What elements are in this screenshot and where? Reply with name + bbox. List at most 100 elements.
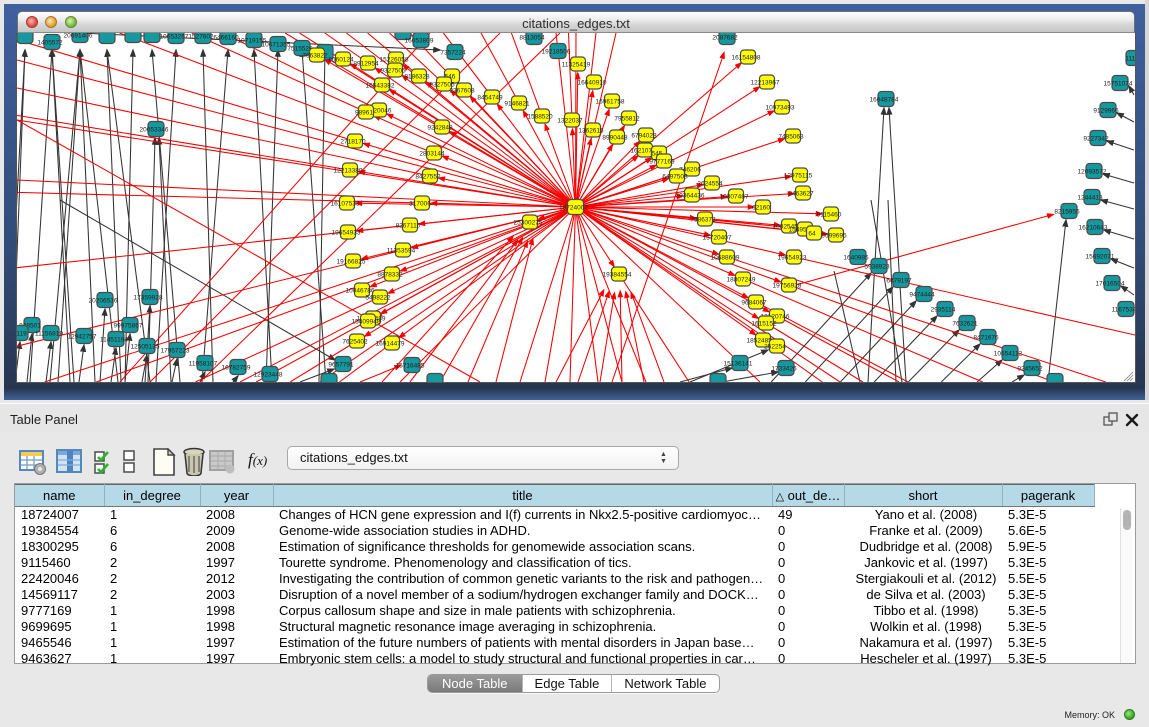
svg-text:16648784: 16648784 — [870, 97, 899, 104]
svg-text:12942757: 12942757 — [68, 334, 97, 341]
svg-text:19654933: 19654933 — [332, 230, 361, 237]
svg-text:16543382: 16543382 — [366, 83, 395, 90]
svg-text:2803144: 2803144 — [419, 151, 445, 158]
svg-text:252254: 252254 — [764, 344, 786, 351]
svg-text:15409948: 15409948 — [352, 319, 381, 326]
svg-text:1733426: 1733426 — [771, 366, 797, 373]
svg-text:16782759: 16782759 — [222, 365, 251, 372]
svg-text:1322037: 1322037 — [557, 118, 583, 125]
svg-text:20364436: 20364436 — [676, 193, 705, 200]
svg-text:2087682: 2087682 — [712, 35, 738, 42]
svg-text:19218506: 19218506 — [542, 49, 571, 56]
svg-text:5938923: 5938923 — [864, 264, 890, 271]
svg-text:7955812: 7955812 — [614, 116, 640, 123]
svg-text:11958107: 11958107 — [189, 361, 218, 368]
svg-text:16154808: 16154808 — [732, 55, 761, 62]
svg-text:16210643: 16210643 — [1079, 225, 1108, 232]
svg-text:9115460: 9115460 — [817, 212, 842, 219]
svg-text:1615152: 1615152 — [751, 321, 777, 328]
svg-text:12505135: 12505135 — [131, 344, 160, 351]
svg-text:10807487: 10807487 — [720, 194, 749, 201]
svg-text:19756928: 19756928 — [773, 283, 802, 290]
svg-text:7485063: 7485063 — [778, 134, 804, 141]
svg-text:8267110: 8267110 — [396, 223, 421, 230]
svg-text:19384554: 19384554 — [603, 272, 632, 279]
svg-text:7625402: 7625402 — [342, 339, 368, 346]
svg-text:10688609: 10688609 — [711, 255, 740, 262]
svg-text:20053346: 20053346 — [140, 127, 169, 134]
svg-text:8990448: 8990448 — [602, 135, 628, 142]
svg-text:8186328: 8186328 — [404, 74, 430, 81]
svg-text:15136141: 15136141 — [724, 361, 753, 368]
svg-text:6794028: 6794028 — [631, 133, 657, 140]
svg-text:1527602: 1527602 — [188, 34, 214, 41]
svg-text:18724007: 18724007 — [559, 205, 588, 212]
svg-text:64: 64 — [808, 231, 816, 238]
svg-text:9129966: 9129966 — [1093, 108, 1119, 115]
svg-text:5498222: 5498222 — [365, 295, 391, 302]
svg-text:98961: 98961 — [355, 110, 373, 117]
svg-text:9242848: 9242848 — [427, 125, 453, 132]
svg-text:10973493: 10973493 — [766, 105, 795, 112]
svg-text:10046786: 10046786 — [346, 288, 375, 295]
svg-text:8215955: 8215955 — [1054, 209, 1080, 216]
svg-text:6466160: 6466160 — [213, 35, 239, 42]
svg-text:6497508: 6497508 — [662, 174, 688, 181]
svg-text:17957223: 17957223 — [161, 348, 190, 355]
svg-text:11325419: 11325419 — [562, 62, 591, 69]
svg-text:1244413: 1244413 — [1077, 195, 1103, 202]
svg-text:1588520: 1588520 — [527, 114, 553, 121]
svg-text:1362615: 1362615 — [578, 128, 604, 135]
svg-text:15751074: 15751074 — [1104, 81, 1133, 88]
svg-text:9684067: 9684067 — [741, 300, 767, 307]
svg-text:15720407: 15720407 — [703, 235, 732, 242]
svg-text:18807249: 18807249 — [727, 277, 756, 284]
svg-text:9245652: 9245652 — [1017, 366, 1043, 373]
svg-text:7357224: 7357224 — [440, 50, 466, 57]
svg-text:1167534: 1167534 — [1112, 307, 1135, 314]
svg-text:16053809: 16053809 — [405, 38, 434, 45]
svg-text:12923448: 12923448 — [254, 372, 283, 379]
svg-text:19166825: 19166825 — [337, 259, 366, 266]
svg-text:1117: 1117 — [1125, 56, 1135, 63]
svg-text:16914479: 16914479 — [376, 341, 405, 348]
svg-text:39119: 39119 — [17, 331, 27, 338]
svg-text:1640985: 1640985 — [843, 255, 869, 262]
svg-text:99975867: 99975867 — [114, 323, 143, 330]
svg-text:6479197: 6479197 — [886, 278, 912, 285]
svg-text:16640910: 16640910 — [578, 80, 607, 87]
svg-text:2935114: 2935114 — [931, 307, 956, 314]
svg-text:9227342: 9227342 — [1083, 136, 1109, 143]
svg-text:16107533: 16107533 — [331, 201, 360, 208]
svg-text:8878332: 8878332 — [377, 272, 403, 279]
svg-text:317006: 317006 — [409, 201, 431, 208]
svg-text:9699695: 9699695 — [821, 233, 847, 240]
svg-text:12213389: 12213389 — [334, 168, 363, 175]
svg-text:8912954: 8912954 — [353, 61, 379, 68]
svg-text:8813054: 8813054 — [519, 35, 545, 42]
svg-text:1405572: 1405572 — [37, 40, 63, 47]
svg-text:62160: 62160 — [752, 205, 770, 212]
svg-text:12213967: 12213967 — [751, 80, 780, 87]
svg-text:2718170: 2718170 — [340, 139, 366, 146]
svg-text:10653267: 10653267 — [160, 34, 189, 41]
svg-text:9474444: 9474444 — [909, 292, 935, 299]
svg-text:12093572: 12093572 — [1078, 169, 1107, 176]
svg-text:9327505: 9327505 — [380, 68, 406, 75]
svg-text:11451194: 11451194 — [100, 337, 128, 344]
svg-text:11353594: 11353594 — [387, 248, 416, 255]
svg-text:2367608: 2367608 — [449, 88, 475, 95]
svg-text:20206536: 20206536 — [89, 298, 118, 305]
svg-text:8454749: 8454749 — [477, 95, 503, 102]
svg-text:16961758: 16961758 — [596, 99, 625, 106]
svg-text:10654112: 10654112 — [994, 351, 1023, 358]
svg-text:8471676: 8471676 — [973, 335, 999, 342]
svg-text:17359928: 17359928 — [134, 295, 163, 302]
svg-text:9146821: 9146821 — [504, 101, 530, 108]
svg-text:17016504: 17016504 — [1096, 281, 1125, 288]
svg-text:25300275: 25300275 — [514, 220, 543, 227]
svg-text:12975115: 12975115 — [784, 173, 813, 180]
svg-text:3624554: 3624554 — [697, 181, 723, 188]
svg-text:8660124: 8660124 — [328, 57, 354, 64]
svg-text:7663822: 7663822 — [302, 53, 328, 60]
